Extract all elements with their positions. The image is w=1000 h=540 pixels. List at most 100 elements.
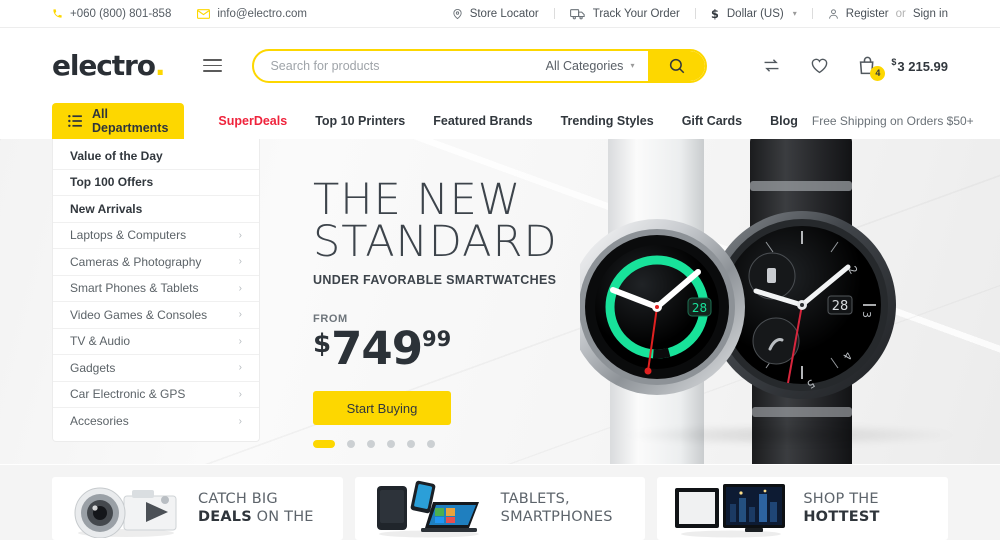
chevron-down-icon: ▾ (792, 9, 797, 18)
carousel-dot-6[interactable] (427, 440, 435, 448)
carousel-dot-5[interactable] (407, 440, 415, 448)
price-decimal: 99 (422, 327, 452, 352)
silver-smartwatch: 28 (569, 139, 745, 464)
search-button[interactable] (648, 50, 706, 81)
site-header: electro. All Categories ▾ (0, 28, 1000, 103)
account-links[interactable]: Register or Sign in (828, 8, 948, 20)
department-item-car-electronic-gps[interactable]: Car Electronic & GPS › (53, 382, 259, 408)
hero-title-line2: STANDARD (313, 217, 558, 268)
start-buying-button[interactable]: Start Buying (313, 391, 451, 426)
burger-line (203, 64, 223, 67)
logo-text: electro (52, 48, 156, 82)
cart-total: $3 215.99 (891, 57, 948, 74)
department-item-value-of-the-day[interactable]: Value of the Day (53, 143, 259, 170)
carousel-dot-3[interactable] (367, 440, 375, 448)
category-select-label: All Categories (545, 58, 624, 73)
promo-line-1: TABLETS, (500, 491, 570, 508)
currency-selector[interactable]: $ Dollar (US) ▾ (711, 8, 797, 20)
promo-card-row: CATCH BIG DEALS ON THE TABLETS, SMARTPHONES… (0, 465, 1000, 540)
delivery-truck-icon (569, 8, 586, 20)
chevron-right-icon: › (238, 309, 242, 321)
department-item-accesories[interactable]: Accesories › (53, 408, 259, 435)
promo-line-2: DEALS ON THE (198, 509, 314, 526)
cart-currency-symbol: $ (891, 57, 897, 67)
department-item-label: Value of the Day (70, 148, 163, 163)
department-item-label: New Arrivals (70, 201, 143, 216)
register-link[interactable]: Register (846, 8, 889, 20)
nav-link-featured-brands[interactable]: Featured Brands (419, 114, 546, 128)
department-item-laptops-computers[interactable]: Laptops & Computers › (53, 223, 259, 249)
department-item-label: TV & Audio (70, 334, 131, 349)
promo-line-2: SMARTPHONES (501, 509, 613, 526)
wishlist-button[interactable] (810, 57, 829, 74)
email-address: info@electro.com (217, 7, 307, 20)
watches-illustration: 28 2 3 4 5 28 (569, 139, 896, 464)
category-select[interactable]: All Categories ▾ (546, 59, 649, 73)
or-text: or (895, 7, 906, 20)
department-item-tv-audio[interactable]: TV & Audio › (53, 329, 259, 355)
search-bar: All Categories ▾ (252, 48, 708, 83)
dollar-icon: $ (711, 8, 720, 20)
promo-card-text: SHOP THE HOTTEST (803, 491, 879, 525)
department-item-smart-phones-tablets[interactable]: Smart Phones & Tablets › (53, 276, 259, 302)
nav-links: SuperDeals Top 10 Printers Featured Brands… (204, 103, 812, 139)
department-item-cameras-photography[interactable]: Cameras & Photography › (53, 249, 259, 276)
email-contact[interactable]: info@electro.com (197, 8, 307, 20)
promo-card-text: CATCH BIG DEALS ON THE (198, 491, 314, 525)
signin-link[interactable]: Sign in (913, 8, 948, 20)
user-icon (828, 8, 839, 20)
chevron-right-icon: › (238, 256, 242, 268)
track-order-link[interactable]: Track Your Order (569, 8, 680, 20)
promo-card[interactable]: SHOP THE HOTTEST (657, 477, 949, 540)
site-logo[interactable]: electro. (52, 48, 166, 82)
all-departments-label: All Departments (92, 107, 169, 135)
hero-title: THE NEW STANDARD (313, 178, 558, 268)
promo-line-2-rest: SMARTPHONES (500, 508, 613, 525)
department-item-label: Video Games & Consoles (70, 307, 208, 322)
price-integer: 749 (331, 322, 423, 376)
promo-line-1: CATCH BIG (198, 491, 278, 508)
department-item-top-100-offers[interactable]: Top 100 Offers (53, 170, 259, 196)
department-item-label: Gadgets (70, 360, 116, 375)
nav-link-superdeals[interactable]: SuperDeals (204, 114, 301, 128)
divider (811, 8, 813, 19)
nav-link-blog[interactable]: Blog (756, 114, 812, 128)
smartwatch-product-image: 28 2 3 4 5 28 (569, 139, 1000, 464)
cart-group[interactable]: 4 $3 215.99 (858, 56, 948, 81)
cart-button[interactable]: 4 (858, 56, 886, 81)
map-pin-icon (452, 8, 463, 20)
promo-card[interactable]: TABLETS, SMARTPHONES (354, 477, 646, 540)
camera-promo-image (66, 480, 186, 538)
phone-contact[interactable]: +060 (800) 801-858 (52, 8, 171, 20)
department-item-new-arrivals[interactable]: New Arrivals (53, 196, 259, 223)
promo-card[interactable]: CATCH BIG DEALS ON THE (52, 477, 343, 540)
header-actions: 4 $3 215.99 (762, 56, 948, 81)
department-item-video-games-consoles[interactable]: Video Games & Consoles › (53, 302, 259, 329)
promo-line-2-bold: HOTTEST (803, 508, 880, 525)
department-item-label: Top 100 Offers (70, 175, 154, 190)
nav-link-top-10-printers[interactable]: Top 10 Printers (301, 114, 419, 128)
menu-toggle-button[interactable] (203, 59, 223, 72)
top-utility-bar: +060 (800) 801-858 info@electro.com Stor… (0, 0, 1000, 28)
department-item-label: Smart Phones & Tablets (70, 281, 199, 296)
black-watch-date: 28 (832, 299, 849, 314)
carousel-dot-1[interactable] (313, 440, 335, 448)
nav-link-trending-styles[interactable]: Trending Styles (547, 114, 668, 128)
carousel-dot-4[interactable] (387, 440, 395, 448)
promo-card-text: TABLETS, SMARTPHONES (501, 491, 613, 525)
department-item-label: Laptops & Computers (70, 228, 187, 243)
nav-link-gift-cards[interactable]: Gift Cards (668, 114, 756, 128)
cart-count-badge: 4 (870, 65, 886, 81)
price-currency: $ (313, 329, 332, 360)
logo-dot: . (154, 48, 166, 82)
all-departments-button[interactable]: All Departments (52, 103, 185, 139)
search-input[interactable] (254, 50, 546, 81)
divider (553, 8, 555, 19)
tablets-promo-image (369, 480, 489, 538)
department-item-gadgets[interactable]: Gadgets › (53, 355, 259, 382)
product-shadow (620, 424, 960, 446)
store-locator-link[interactable]: Store Locator (452, 8, 539, 20)
compare-button[interactable] (762, 57, 781, 74)
promo-line-1: SHOP THE (803, 491, 879, 508)
carousel-dot-2[interactable] (347, 440, 355, 448)
